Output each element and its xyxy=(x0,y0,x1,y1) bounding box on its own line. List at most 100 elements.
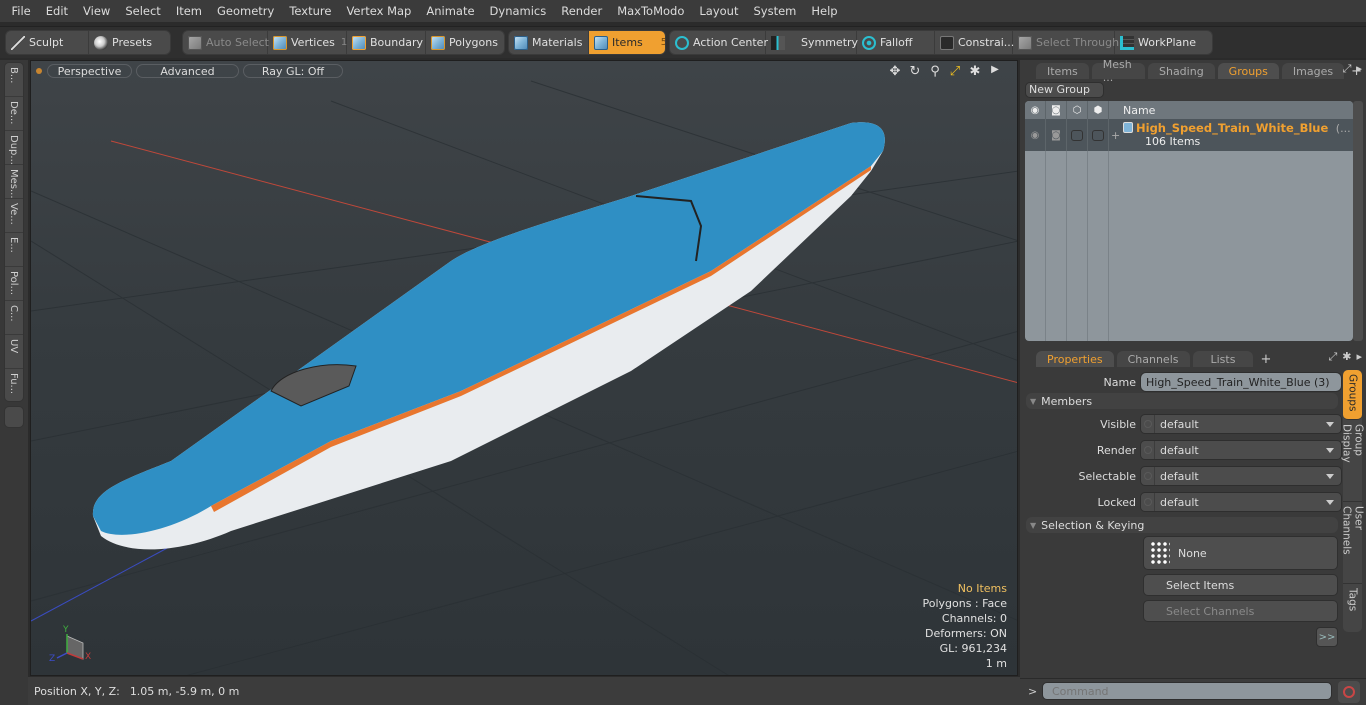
menu-animate[interactable]: Animate xyxy=(419,0,482,22)
group-select-toggle[interactable] xyxy=(1088,119,1109,151)
expand-group-icon[interactable]: + xyxy=(1111,129,1120,142)
action-center-button[interactable]: Action Center xyxy=(670,31,768,54)
sculpt-button[interactable]: Sculpt xyxy=(6,31,89,54)
tab-lists[interactable]: Lists xyxy=(1192,351,1254,367)
left-tab-curve[interactable]: C... xyxy=(5,301,23,335)
left-tab-duplicate[interactable]: Dup... xyxy=(5,131,23,165)
left-tab-extra[interactable] xyxy=(4,406,24,428)
vertices-button[interactable]: Vertices 1 xyxy=(268,31,347,54)
left-tab-polygon[interactable]: Pol... xyxy=(5,267,23,301)
side-tab-user-channels[interactable]: User Channels xyxy=(1341,502,1365,584)
menu-system[interactable]: System xyxy=(746,0,804,22)
falloff-icon xyxy=(862,35,876,50)
left-tab-uv[interactable]: UV xyxy=(5,335,23,369)
falloff-label: Falloff xyxy=(880,36,913,49)
add-tab-icon[interactable]: + xyxy=(1256,352,1275,367)
side-tab-group-display[interactable]: Group Display xyxy=(1341,420,1365,502)
new-group-button[interactable]: New Group xyxy=(1025,82,1104,98)
left-tab-fusion[interactable]: Fu... xyxy=(5,369,23,403)
constraints-button[interactable]: Constrai... xyxy=(935,31,1014,54)
menu-view[interactable]: View xyxy=(76,0,118,22)
menu-item[interactable]: Item xyxy=(168,0,209,22)
selection-keying-section[interactable]: ▼ Selection & Keying xyxy=(1026,517,1338,533)
left-tab-edge[interactable]: E... xyxy=(5,233,23,267)
render-dropdown[interactable]: default xyxy=(1140,440,1342,460)
select-through-button[interactable]: Select Through xyxy=(1013,31,1119,54)
menu-help[interactable]: Help xyxy=(804,0,845,22)
tab-items[interactable]: Items xyxy=(1036,63,1089,79)
more-button[interactable]: >> xyxy=(1316,627,1338,647)
visibility-column-icon[interactable]: ◉ xyxy=(1025,101,1046,119)
members-section[interactable]: ▼ Members xyxy=(1026,393,1338,409)
groups-list-scrollbar[interactable] xyxy=(1353,101,1363,341)
command-input[interactable] xyxy=(1042,682,1332,700)
group-lock-toggle[interactable] xyxy=(1067,119,1088,151)
selectable-dropdown[interactable]: default xyxy=(1140,466,1342,486)
pan-icon[interactable]: ✥ xyxy=(887,64,903,79)
tab-images[interactable]: Images xyxy=(1281,63,1345,79)
menu-edit[interactable]: Edit xyxy=(38,0,75,22)
menu-file[interactable]: File xyxy=(4,0,38,22)
tab-properties[interactable]: Properties xyxy=(1036,351,1114,367)
zoom-icon[interactable]: ⚲ xyxy=(927,64,943,79)
menu-geometry[interactable]: Geometry xyxy=(210,0,282,22)
panel-menu-arrow-icon[interactable]: ▸ xyxy=(1356,350,1362,364)
tab-channels[interactable]: Channels xyxy=(1116,351,1190,367)
gear-icon[interactable]: ✱ xyxy=(967,64,983,79)
select-channels-button[interactable]: Select Channels xyxy=(1143,600,1338,622)
maximize-icon[interactable]: ⤢ xyxy=(947,64,963,79)
falloff-button[interactable]: Falloff xyxy=(857,31,935,54)
left-tab-vertex[interactable]: Ve... xyxy=(5,199,23,233)
locked-dropdown[interactable]: default xyxy=(1140,492,1342,512)
visible-dropdown[interactable]: default xyxy=(1140,414,1342,434)
tab-groups[interactable]: Groups xyxy=(1217,63,1279,79)
name-input[interactable]: High_Speed_Train_White_Blue (3) xyxy=(1140,372,1342,392)
auto-select-button[interactable]: Auto Select xyxy=(183,31,269,54)
tab-shading[interactable]: Shading xyxy=(1147,63,1215,79)
expand-panel-icon[interactable]: ⤢ xyxy=(1328,350,1337,364)
group-visible-toggle[interactable]: ◉ xyxy=(1025,119,1046,151)
record-macro-button[interactable] xyxy=(1338,681,1360,703)
render-column-icon[interactable]: ◙ xyxy=(1046,101,1067,119)
symmetry-button[interactable]: Symmetry xyxy=(766,31,858,54)
expand-panel-icon[interactable]: ⤢ xyxy=(1343,62,1352,76)
items-button[interactable]: Items 5 xyxy=(589,31,665,54)
lock-column-icon[interactable]: ⬡ xyxy=(1067,101,1088,119)
left-tab-label: C... xyxy=(8,305,19,322)
name-column-header[interactable]: Name xyxy=(1109,104,1155,117)
shading-dropdown[interactable]: Advanced xyxy=(136,64,239,78)
left-tab-basic[interactable]: B... xyxy=(5,63,23,97)
expand-arrow-icon[interactable]: ▶ xyxy=(987,64,1003,79)
viewport-status-dot[interactable] xyxy=(36,68,42,74)
view-mode-dropdown[interactable]: Perspective xyxy=(47,64,132,78)
none-selection-button[interactable]: None xyxy=(1143,536,1338,570)
group-row[interactable]: ◉ ◙ + High_Speed_Train_White_Blue (... 1… xyxy=(1025,119,1353,151)
menu-render[interactable]: Render xyxy=(554,0,610,22)
menu-select[interactable]: Select xyxy=(118,0,168,22)
panel-menu-arrow-icon[interactable]: ▸ xyxy=(1356,62,1362,76)
group-render-toggle[interactable]: ◙ xyxy=(1046,119,1067,151)
polygons-button[interactable]: Polygons xyxy=(426,31,504,54)
tab-mesh[interactable]: Mesh ... xyxy=(1091,58,1145,84)
3d-viewport[interactable]: Y X Z Perspective Advanced Ray GL: Off ✥… xyxy=(30,60,1018,676)
select-column-icon[interactable]: ⬢ xyxy=(1088,101,1109,119)
gear-icon[interactable]: ✱ xyxy=(1342,350,1351,364)
select-items-button[interactable]: Select Items xyxy=(1143,574,1338,596)
side-tab-groups[interactable]: Groups xyxy=(1343,370,1362,420)
materials-button[interactable]: Materials xyxy=(509,31,589,54)
menu-layout[interactable]: Layout xyxy=(692,0,746,22)
menu-maxtomodo[interactable]: MaxToModo xyxy=(610,0,692,22)
menu-texture[interactable]: Texture xyxy=(282,0,339,22)
boundary-button[interactable]: Boundary xyxy=(347,31,426,54)
train-model[interactable] xyxy=(92,122,885,550)
menu-vertex-map[interactable]: Vertex Map xyxy=(339,0,419,22)
presets-button[interactable]: Presets xyxy=(89,31,170,54)
groups-list[interactable]: ◉ ◙ ⬡ ⬢ Name ◉ ◙ + High_Speed_Train_Whit… xyxy=(1025,101,1353,341)
left-tab-deform[interactable]: De... xyxy=(5,97,23,131)
left-tab-mesh-edit[interactable]: Mes... xyxy=(5,165,23,199)
raygl-toggle[interactable]: Ray GL: Off xyxy=(243,64,343,78)
workplane-button[interactable]: WorkPlane xyxy=(1115,31,1212,54)
menu-dynamics[interactable]: Dynamics xyxy=(482,0,554,22)
rotate-icon[interactable]: ↻ xyxy=(907,64,923,79)
side-tab-tags[interactable]: Tags xyxy=(1343,584,1362,624)
